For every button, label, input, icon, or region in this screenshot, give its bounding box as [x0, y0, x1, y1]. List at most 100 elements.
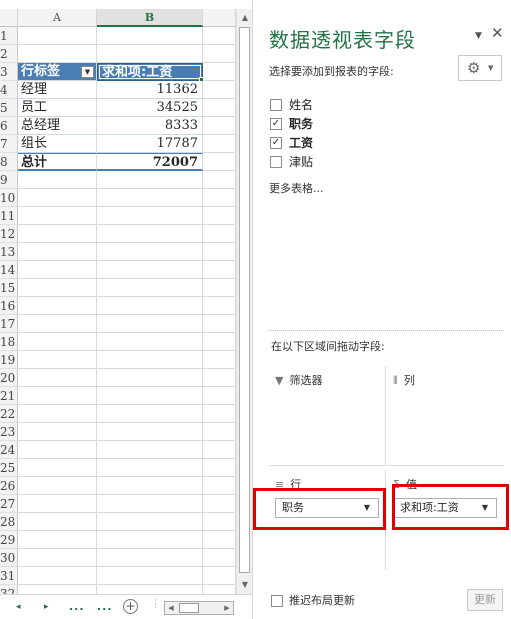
pane-splitter[interactable]: [269, 330, 504, 331]
filter-dropdown-icon[interactable]: ▼: [81, 66, 94, 78]
row-number[interactable]: 2: [0, 45, 18, 63]
row-number[interactable]: 7: [0, 135, 18, 153]
cell[interactable]: [18, 405, 97, 423]
cell[interactable]: [97, 441, 203, 459]
pivot-row-value[interactable]: 8333: [97, 117, 203, 135]
field-checkbox[interactable]: [270, 156, 282, 168]
row-number[interactable]: 32: [0, 585, 18, 594]
cell[interactable]: [97, 333, 203, 351]
cell[interactable]: [97, 315, 203, 333]
more-tables-link[interactable]: 更多表格...: [269, 180, 324, 196]
cell[interactable]: [97, 297, 203, 315]
cell[interactable]: [18, 315, 97, 333]
cell[interactable]: [97, 45, 203, 63]
cell[interactable]: [203, 441, 236, 459]
cell[interactable]: [203, 369, 236, 387]
scroll-down-icon[interactable]: ▼: [238, 578, 252, 592]
row-number[interactable]: 21: [0, 387, 18, 405]
update-button[interactable]: 更新: [467, 589, 503, 611]
cell[interactable]: [97, 495, 203, 513]
cell[interactable]: [18, 297, 97, 315]
pivot-row-label[interactable]: 经理: [18, 81, 97, 99]
cell[interactable]: [18, 243, 97, 261]
cell[interactable]: [97, 513, 203, 531]
pane-options-chevron-icon[interactable]: ▼: [475, 31, 482, 41]
row-number[interactable]: 31: [0, 567, 18, 585]
cell[interactable]: [18, 495, 97, 513]
tools-button[interactable]: ⚙ ▼: [458, 55, 502, 81]
row-number[interactable]: 20: [0, 369, 18, 387]
cell[interactable]: [18, 27, 97, 45]
vertical-scrollbar[interactable]: ▲ ▼: [236, 9, 252, 594]
sheet-more-right[interactable]: ...: [97, 600, 113, 614]
field-checkbox[interactable]: [270, 99, 282, 111]
cell[interactable]: [203, 153, 236, 171]
pivot-row-label[interactable]: 员工: [18, 99, 97, 117]
columns-area[interactable]: ⦀ 列: [387, 366, 504, 466]
field-item-name[interactable]: 姓名: [269, 96, 504, 115]
scroll-left-icon[interactable]: ◀: [165, 602, 177, 614]
cell[interactable]: [18, 369, 97, 387]
column-header-b[interactable]: B: [97, 9, 203, 27]
row-number[interactable]: 27: [0, 495, 18, 513]
cell[interactable]: [203, 171, 236, 189]
row-number[interactable]: 8: [0, 153, 18, 171]
cell[interactable]: [18, 333, 97, 351]
row-number[interactable]: 9: [0, 171, 18, 189]
cell[interactable]: [97, 405, 203, 423]
cell[interactable]: [203, 351, 236, 369]
close-icon[interactable]: ✕: [491, 24, 504, 42]
cell[interactable]: [97, 243, 203, 261]
pivot-total-value[interactable]: 72007: [97, 153, 203, 171]
row-number[interactable]: 13: [0, 243, 18, 261]
cell[interactable]: [203, 27, 236, 45]
cell[interactable]: [97, 477, 203, 495]
row-number[interactable]: 3: [0, 63, 18, 81]
cell[interactable]: [203, 387, 236, 405]
cell[interactable]: [18, 351, 97, 369]
scrollbar-thumb[interactable]: [239, 27, 250, 573]
worksheet-grid[interactable]: A B 1 2 3 行标签 ▼ 求和项:工资 4 经理 11362 5 员工 3…: [0, 0, 236, 594]
cell[interactable]: [203, 81, 236, 99]
row-number[interactable]: 30: [0, 549, 18, 567]
cell[interactable]: [203, 135, 236, 153]
cell[interactable]: [97, 279, 203, 297]
sheet-prev-icon[interactable]: ◂: [16, 600, 21, 614]
row-number[interactable]: 29: [0, 531, 18, 549]
defer-layout-update[interactable]: 推迟布局更新: [271, 592, 355, 608]
cell[interactable]: [203, 243, 236, 261]
cell[interactable]: [97, 423, 203, 441]
cell[interactable]: [203, 279, 236, 297]
cell[interactable]: [18, 189, 97, 207]
pivot-row-value[interactable]: 17787: [97, 135, 203, 153]
cell[interactable]: [18, 585, 97, 594]
row-number[interactable]: 1: [0, 27, 18, 45]
cell[interactable]: [97, 567, 203, 585]
pivot-row-label[interactable]: 总经理: [18, 117, 97, 135]
row-number[interactable]: 18: [0, 333, 18, 351]
row-number[interactable]: 24: [0, 441, 18, 459]
filters-area[interactable]: ▼ 筛选器: [269, 366, 386, 466]
cell[interactable]: [203, 423, 236, 441]
cell[interactable]: [203, 63, 236, 81]
row-number[interactable]: 25: [0, 459, 18, 477]
cell[interactable]: [97, 585, 203, 594]
field-item-allowance[interactable]: 津贴: [269, 153, 504, 172]
cell[interactable]: [203, 405, 236, 423]
cell[interactable]: [97, 549, 203, 567]
cell[interactable]: [97, 207, 203, 225]
cell[interactable]: [18, 423, 97, 441]
cell[interactable]: [97, 369, 203, 387]
row-number[interactable]: 4: [0, 81, 18, 99]
cell[interactable]: [97, 531, 203, 549]
scroll-up-icon[interactable]: ▲: [238, 11, 252, 25]
cell[interactable]: [18, 531, 97, 549]
column-header-a[interactable]: A: [18, 9, 97, 27]
horizontal-scrollbar-thumb[interactable]: [179, 603, 199, 613]
cell[interactable]: [18, 261, 97, 279]
cell[interactable]: [18, 45, 97, 63]
cell[interactable]: [18, 441, 97, 459]
cell[interactable]: [203, 333, 236, 351]
row-number[interactable]: 14: [0, 261, 18, 279]
cell[interactable]: [203, 189, 236, 207]
